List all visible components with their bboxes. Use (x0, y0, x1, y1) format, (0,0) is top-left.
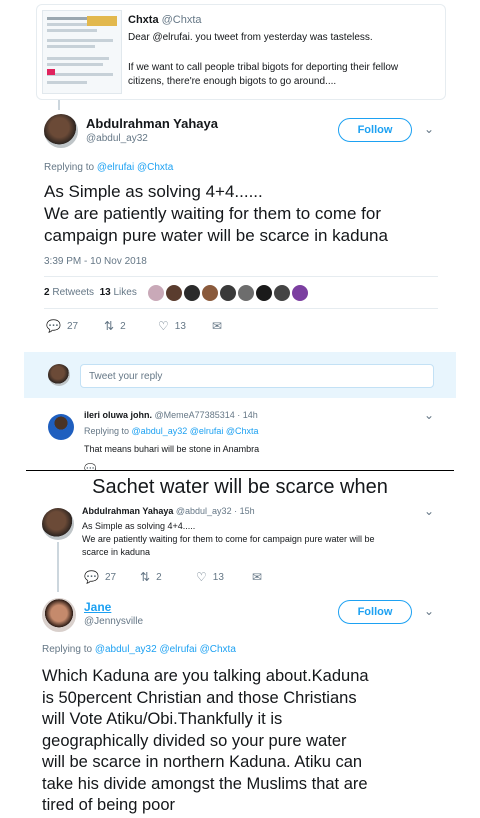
embedded-tweet-line-2: We are patiently waiting for them to com… (82, 534, 375, 544)
liker-avatar[interactable] (292, 285, 308, 301)
retweet-count: 2 (120, 320, 126, 332)
main-tweet-author-name[interactable]: Abdulrahman Yahaya (86, 116, 218, 131)
heart-icon: ♡ (158, 319, 169, 333)
divider (44, 276, 438, 277)
reply-replying: Replying to @abdul_ay32 @elrufai @Chxta (84, 426, 259, 436)
replying-to-label: Replying to (84, 426, 130, 436)
reply-count: 27 (66, 320, 79, 332)
jane-tweet-line: geographically divided so your pure wate… (42, 731, 347, 750)
main-tweet-stats: 2 Retweets 13 Likes (44, 287, 137, 298)
follow-button[interactable]: Follow (338, 118, 412, 142)
direct-message-action[interactable]: ✉ (252, 570, 262, 584)
heart-icon: ♡ (196, 570, 207, 584)
liker-avatar[interactable] (202, 285, 218, 301)
main-tweet-text-line-2: We are patiently waiting for them to com… (44, 204, 382, 223)
embedded-tweet-header: Abdulrahman Yahaya @abdul_ay32 · 15h (82, 506, 255, 516)
embedded-tweet-avatar[interactable] (42, 508, 74, 540)
quoted-tweet-header: Chxta @Chxta (128, 14, 202, 26)
reply-icon: 💬 (46, 319, 61, 333)
retweet-count: 2 (156, 571, 162, 583)
retweet-icon: ⇅ (104, 319, 115, 333)
retweet-icon: ⇅ (140, 570, 151, 584)
chevron-down-icon[interactable]: ⌄ (424, 408, 434, 422)
liker-avatar[interactable] (166, 285, 182, 301)
reply-handle-time[interactable]: @MemeA77385314 · 14h (155, 410, 258, 420)
reply-count: 27 (104, 571, 117, 583)
chevron-down-icon[interactable]: ⌄ (424, 504, 434, 518)
main-tweet-handle[interactable]: @abdul_ay32 (86, 133, 148, 144)
main-tweet-text-line-3: campaign pure water will be scarce in ka… (44, 226, 388, 245)
main-tweet-text: As Simple as solving 4+4...... We are pa… (44, 181, 388, 247)
jane-author-name[interactable]: Jane (84, 600, 111, 614)
reply-icon: 💬 (84, 570, 99, 584)
embedded-tweet-text: As Simple as solving 4+4..... We are pat… (82, 520, 374, 559)
jane-tweet-line: tired of being poor (42, 796, 176, 814)
replying-to-handles[interactable]: @abdul_ay32 @elrufai @Chxta (95, 644, 236, 655)
quoted-tweet-line-2: If we want to call people tribal bigots … (128, 62, 399, 73)
jane-tweet-line: Which Kaduna are you talking about.Kadun… (42, 667, 369, 685)
replying-to-label: Replying to (42, 644, 93, 655)
divider (44, 308, 438, 309)
reply-author-name[interactable]: ileri oluwa john. (84, 410, 152, 420)
liker-avatar[interactable] (220, 285, 236, 301)
quoted-tweet-line-3: citizens, there're enough bigots to go a… (128, 76, 337, 87)
reply-header: ileri oluwa john. @MemeA77385314 · 14h (84, 410, 258, 420)
chevron-down-icon[interactable]: ⌄ (424, 122, 434, 136)
reply-input[interactable]: Tweet your reply (80, 364, 434, 388)
like-count: 13 (212, 571, 224, 583)
retweets-label[interactable]: Retweets (52, 287, 94, 298)
quoted-tweet-thumbnail (42, 10, 122, 94)
liker-avatar[interactable] (238, 285, 254, 301)
liker-avatars (148, 285, 310, 306)
embedded-tweet-author-name[interactable]: Abdulrahman Yahaya (82, 506, 173, 516)
follow-button[interactable]: Follow (338, 600, 412, 624)
chevron-down-icon[interactable]: ⌄ (424, 604, 434, 618)
retweets-count[interactable]: 2 (44, 287, 50, 298)
embedded-tweet-line-3: scarce in kaduna (82, 547, 151, 557)
retweet-action[interactable]: ⇅ 2 (140, 570, 162, 584)
jane-tweet-line: will be scarce in northern Kaduna. Atiku… (42, 753, 363, 771)
jane-tweet-line: will Vote Atiku/Obi.Thankfully it is (42, 710, 283, 728)
liker-avatar[interactable] (274, 285, 290, 301)
embedded-tweet-handle-time[interactable]: @abdul_ay32 · 15h (176, 506, 255, 516)
main-tweet-text-line-1: As Simple as solving 4+4...... (44, 182, 263, 201)
envelope-icon: ✉ (212, 319, 223, 333)
envelope-icon: ✉ (252, 570, 263, 584)
replying-to-label: Replying to (44, 162, 95, 173)
thread-connector (58, 100, 60, 110)
jane-tweet-text: Which Kaduna are you talking about.Kadun… (42, 666, 369, 817)
jane-handle[interactable]: @Jennysville (84, 616, 143, 627)
direct-message-action[interactable]: ✉ (212, 319, 222, 333)
retweet-action[interactable]: ⇅ 2 (104, 319, 126, 333)
main-tweet-timestamp[interactable]: 3:39 PM - 10 Nov 2018 (44, 256, 147, 267)
like-action[interactable]: ♡ 13 (158, 319, 186, 333)
reply-text: That means buhari will be stone in Anamb… (84, 444, 260, 454)
composer-avatar (48, 364, 70, 386)
jane-replying: Replying to @abdul_ay32 @elrufai @Chxta (42, 644, 236, 655)
embedded-tweet-line-1: As Simple as solving 4+4..... (82, 521, 196, 531)
like-action[interactable]: ♡ 13 (196, 570, 224, 584)
jane-avatar[interactable] (42, 598, 76, 632)
jane-tweet-line: take his divide amongst the Muslims that… (42, 774, 368, 793)
likes-label[interactable]: Likes (114, 287, 137, 298)
liker-avatar[interactable] (148, 285, 164, 301)
thread-connector (57, 542, 59, 592)
quoted-tweet-handle: @Chxta (161, 14, 202, 26)
jane-tweet-line: is 50percent Christian and those Christi… (42, 688, 357, 707)
liker-avatar[interactable] (184, 285, 200, 301)
like-count: 13 (174, 320, 186, 332)
quoted-tweet-line-1: Dear @elrufai. you tweet from yesterday … (128, 32, 373, 43)
reply-action[interactable]: 💬 27 (84, 570, 116, 584)
replying-to-handles[interactable]: @elrufai @Chxta (97, 162, 173, 173)
quoted-tweet-author-name[interactable]: Chxta (128, 14, 159, 26)
reply-action[interactable]: 💬 27 (46, 319, 78, 333)
liker-avatar[interactable] (256, 285, 272, 301)
reply-avatar[interactable] (48, 414, 74, 440)
likes-count[interactable]: 13 (100, 287, 111, 298)
replying-to-handles[interactable]: @abdul_ay32 @elrufai @Chxta (132, 426, 259, 436)
main-tweet-avatar[interactable] (44, 114, 78, 148)
main-tweet-replying: Replying to @elrufai @Chxta (44, 162, 173, 173)
caption-text: Sachet water will be scarce when (92, 476, 388, 498)
